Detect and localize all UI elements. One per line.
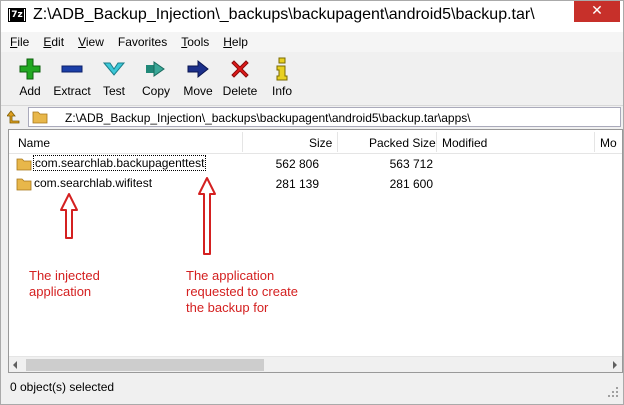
archive-window: 7z Z:\ADB_Backup_Injection\_backups\back… xyxy=(0,0,624,405)
copy-button[interactable]: Copy xyxy=(135,53,177,101)
7zip-app-icon: 7z xyxy=(8,8,26,22)
up-folder-icon[interactable] xyxy=(7,109,23,125)
scroll-left-icon[interactable] xyxy=(13,361,17,369)
folder-icon xyxy=(32,111,48,124)
test-button[interactable]: Test xyxy=(93,53,135,101)
close-button[interactable]: ✕ xyxy=(574,1,620,22)
info-label: Info xyxy=(271,84,292,98)
status-text: 0 object(s) selected xyxy=(10,380,115,394)
menu-tools[interactable]: Tools xyxy=(181,35,209,49)
copy-label: Copy xyxy=(141,84,170,98)
address-bar: Z:\ADB_Backup_Injection\_backups\backupa… xyxy=(1,105,623,127)
move-arrow-icon xyxy=(187,59,209,79)
window-title: Z:\ADB_Backup_Injection\_backups\backupa… xyxy=(33,6,535,23)
resize-grip-icon[interactable] xyxy=(607,386,619,398)
file-list[interactable]: Name Size Packed Size Modified Mo com.se… xyxy=(8,129,623,373)
status-bar: 0 object(s) selected xyxy=(1,376,623,404)
toolbar: Add Extract Test Copy Move Delete Info xyxy=(1,53,623,103)
scroll-thumb[interactable] xyxy=(26,359,264,371)
info-icon xyxy=(276,57,288,81)
menu-help[interactable]: Help xyxy=(223,35,248,49)
menu-file[interactable]: File xyxy=(10,35,29,49)
arrow-up-right xyxy=(198,177,216,255)
arrow-up-left xyxy=(60,193,78,239)
scroll-right-icon[interactable] xyxy=(613,361,617,369)
extract-button[interactable]: Extract xyxy=(51,53,93,101)
add-label: Add xyxy=(19,84,41,98)
annotation-arrows xyxy=(60,177,216,255)
annotation-injected-app: The injected application xyxy=(29,268,100,299)
path-input[interactable]: Z:\ADB_Backup_Injection\_backups\backupa… xyxy=(28,107,621,127)
move-label: Move xyxy=(183,84,213,98)
title-bar: 7z Z:\ADB_Backup_Injection\_backups\back… xyxy=(1,1,623,32)
path-value: Z:\ADB_Backup_Injection\_backups\backupa… xyxy=(65,111,471,125)
extract-label: Extract xyxy=(53,84,91,98)
delete-button[interactable]: Delete xyxy=(219,53,261,101)
horizontal-scrollbar[interactable] xyxy=(9,356,622,372)
annotation-requesting-app: The application requested to create the … xyxy=(186,268,299,315)
minus-icon xyxy=(61,65,83,73)
menu-edit[interactable]: Edit xyxy=(43,35,64,49)
copy-arrow-icon xyxy=(146,61,165,77)
delete-x-icon xyxy=(231,60,249,78)
menu-favorites[interactable]: Favorites xyxy=(118,35,167,49)
check-chevron-icon xyxy=(102,62,126,76)
menu-bar: File Edit View Favorites Tools Help xyxy=(1,32,623,52)
test-label: Test xyxy=(102,84,125,98)
plus-icon xyxy=(19,58,41,80)
menu-view[interactable]: View xyxy=(78,35,104,49)
delete-label: Delete xyxy=(222,84,258,98)
add-button[interactable]: Add xyxy=(9,53,51,101)
move-button[interactable]: Move xyxy=(177,53,219,101)
info-button[interactable]: Info xyxy=(261,53,303,101)
